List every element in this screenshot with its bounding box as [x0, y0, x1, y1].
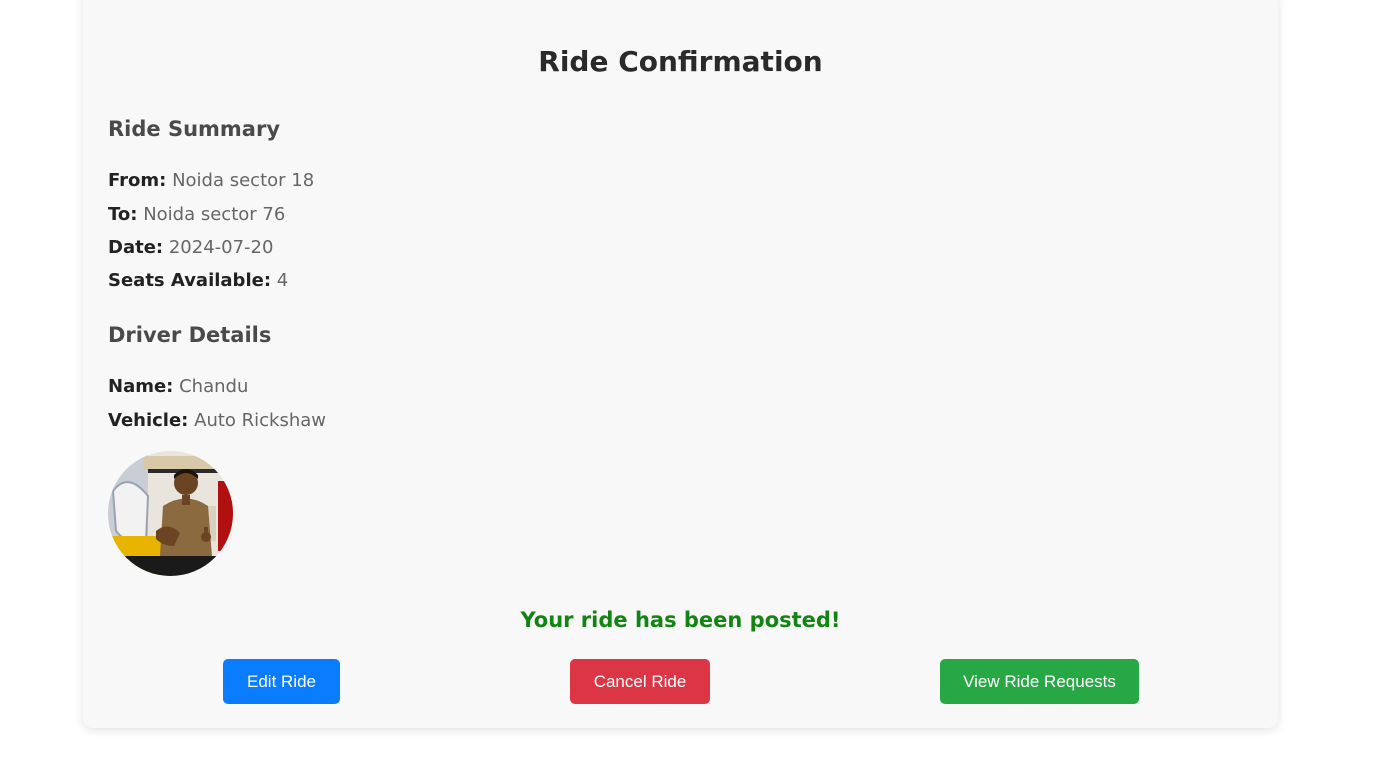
seats-label: Seats Available:: [108, 270, 272, 291]
edit-ride-button[interactable]: Edit Ride: [223, 659, 340, 704]
cancel-ride-button[interactable]: Cancel Ride: [570, 659, 710, 704]
date-row: Date: 2024-07-20: [108, 239, 273, 257]
driver-avatar: [108, 451, 233, 576]
date-label: Date:: [108, 237, 164, 258]
from-value: Noida sector 18: [172, 170, 315, 191]
to-value: Noida sector 76: [143, 204, 286, 225]
date-value: 2024-07-20: [168, 237, 274, 258]
ride-confirmation-card: Ride Confirmation Ride Summary From: Noi…: [83, 0, 1278, 728]
to-label: To:: [108, 204, 138, 225]
vehicle-value: Auto Rickshaw: [194, 410, 327, 431]
from-label: From:: [108, 170, 167, 191]
driver-details-heading: Driver Details: [108, 323, 272, 347]
seats-value: 4: [276, 270, 289, 291]
to-row: To: Noida sector 76: [108, 206, 285, 224]
success-message: Your ride has been posted!: [520, 608, 841, 632]
vehicle-row: Vehicle: Auto Rickshaw: [108, 412, 326, 430]
page-title: Ride Confirmation: [538, 45, 823, 78]
ride-summary-heading: Ride Summary: [108, 117, 281, 141]
driver-photo-image: [108, 451, 233, 576]
driver-name-label: Name:: [108, 376, 174, 397]
view-ride-requests-button[interactable]: View Ride Requests: [940, 659, 1139, 704]
from-row: From: Noida sector 18: [108, 172, 314, 190]
driver-name-row: Name: Chandu: [108, 378, 248, 396]
driver-name-value: Chandu: [179, 376, 249, 397]
seats-row: Seats Available: 4: [108, 272, 288, 290]
vehicle-label: Vehicle:: [108, 410, 189, 431]
